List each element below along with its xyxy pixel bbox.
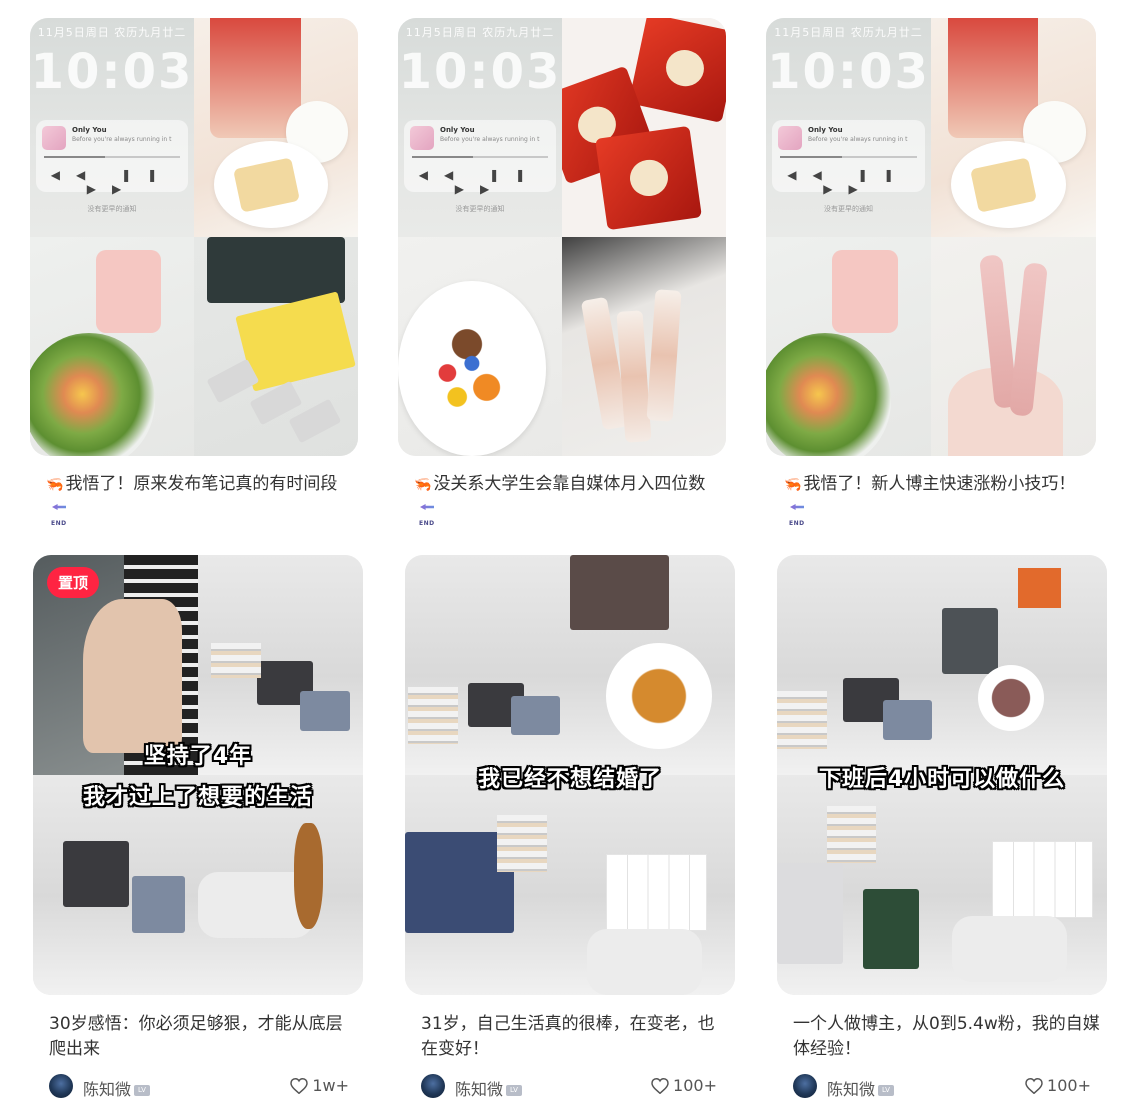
ramen-image (562, 18, 726, 237)
lock-notification: 没有更早的通知 (824, 205, 873, 213)
lockscreen-image: 11月5日周日 农历九月廿二 10:03 Only You Before you… (30, 18, 194, 237)
music-player: Only You Before you're always running in… (772, 120, 925, 196)
album-art (778, 126, 802, 150)
end-arrow-icon: END (788, 502, 806, 527)
song-lyric: Before you're always running in t (808, 136, 908, 143)
note-cover-5[interactable]: 我已经不想结婚了 (405, 555, 735, 995)
album-art (42, 126, 66, 150)
end-arrow-icon: END (418, 502, 436, 527)
note-title-4[interactable]: 30岁感悟：你必须足够狠，才能从底层爬出来 (49, 1012, 359, 1062)
cover-caption: 我已经不想结婚了 (477, 767, 662, 792)
tablet-pasta-image (570, 555, 735, 775)
note-title-3[interactable]: 🦐 我悟了！新人博主快速涨粉小技巧！ END (784, 472, 1084, 527)
desk-shelf-image (405, 555, 570, 775)
lockscreen-image: 11月5日周日 农历九月廿二 10:03 Only You Before you… (398, 18, 562, 237)
heart-icon (1025, 1078, 1043, 1094)
progress-bar (780, 156, 917, 158)
song-title: Only You (440, 126, 475, 134)
like-count: 100+ (1047, 1076, 1091, 1095)
lock-time: 10:03 (398, 44, 562, 100)
lockscreen-image: 11月5日周日 农历九月廿二 10:03 Only You Before you… (766, 18, 931, 237)
shrimp-emoji-icon: 🦐 (414, 477, 432, 493)
end-arrow-icon: END (50, 502, 68, 527)
salad-image (30, 237, 194, 456)
note-cover-6[interactable]: 下班后4小时可以做什么 (777, 555, 1107, 995)
salad-image (766, 237, 931, 456)
like-button[interactable]: 100+ (651, 1076, 717, 1095)
shrimp-emoji-icon: 🦐 (784, 477, 802, 493)
level-badge-icon: LV (506, 1085, 523, 1096)
avatar[interactable] (793, 1074, 817, 1098)
lock-notification: 没有更早的通知 (87, 205, 137, 213)
macbook-image (405, 775, 570, 995)
progress-bar (412, 156, 548, 158)
heart-icon (290, 1078, 309, 1094)
bookshelf-room-image (942, 775, 1107, 995)
note-title-2[interactable]: 🦐 没关系大学生会靠自媒体月入四位数 END (414, 472, 714, 527)
like-count: 1w+ (312, 1076, 349, 1095)
note-cover-4[interactable]: 坚持了4年 我才过上了想要的生活 置顶 (33, 555, 363, 995)
fruit-plate-image (398, 237, 562, 456)
lock-notification: 没有更早的通知 (455, 205, 505, 213)
avatar[interactable] (421, 1074, 445, 1098)
song-title: Only You (808, 126, 843, 134)
heart-icon (651, 1078, 669, 1094)
cover-caption-line2: 我才过上了想要的生活 (82, 785, 313, 810)
album-art (410, 126, 434, 150)
pinned-badge: 置顶 (47, 567, 100, 598)
author-name[interactable]: 陈知微 LV (827, 1076, 895, 1100)
cover-caption: 下班后4小时可以做什么 (818, 767, 1066, 792)
note-footer-5: 陈知微 LV 100+ (421, 1072, 717, 1100)
like-button[interactable]: 1w+ (290, 1076, 349, 1095)
macbook-books-image (777, 775, 942, 995)
author-name[interactable]: 陈知微 LV (83, 1076, 151, 1100)
player-controls: ◀◀ ❚❚ ▶▶ (50, 168, 174, 196)
lock-time: 10:03 (30, 44, 194, 100)
snack-image (931, 18, 1096, 237)
note-title-1[interactable]: 🦐 我悟了！原来发布笔记真的有时间段 END (46, 472, 346, 527)
keyboard-snack-image (194, 237, 358, 456)
author-name[interactable]: 陈知微 LV (455, 1076, 523, 1100)
progress-bar (44, 156, 180, 158)
lock-date: 11月5日周日 农历九月廿二 (774, 26, 923, 39)
avatar[interactable] (49, 1074, 73, 1098)
level-badge-icon: LV (878, 1085, 895, 1096)
lip-tubes-image (562, 237, 726, 456)
note-footer-4: 陈知微 LV 1w+ (49, 1072, 349, 1100)
note-title-6[interactable]: 一个人做博主，从0到5.4w粉，我的自媒体经验！ (793, 1012, 1103, 1062)
player-controls: ◀◀ ❚❚ ▶▶ (418, 168, 542, 196)
note-cover-3[interactable]: 11月5日周日 农历九月廿二 10:03 Only You Before you… (766, 18, 1096, 456)
song-lyric: Before you're always running in t (440, 136, 540, 143)
level-badge-icon: LV (134, 1085, 151, 1096)
lock-date: 11月5日周日 农历九月廿二 (405, 26, 555, 39)
like-button[interactable]: 100+ (1025, 1076, 1091, 1095)
desk-shelf-image (777, 555, 942, 775)
breakfast-tablet-image (942, 555, 1107, 775)
note-footer-6: 陈知微 LV 100+ (793, 1072, 1091, 1100)
shrimp-emoji-icon: 🦐 (46, 477, 64, 493)
cover-caption-line1: 坚持了4年 (143, 744, 253, 769)
lock-time: 10:03 (767, 44, 930, 100)
music-player: Only You Before you're always running in… (404, 120, 556, 196)
song-lyric: Before you're always running in t (72, 136, 172, 143)
note-cover-1[interactable]: 11月5日周日 农历九月廿二 10:03 Only You Before you… (30, 18, 358, 456)
note-title-5[interactable]: 31岁，自己生活真的很棒，在变老，也在变好！ (421, 1012, 731, 1062)
bookshelf-room-image (570, 775, 735, 995)
like-count: 100+ (673, 1076, 717, 1095)
note-cover-2[interactable]: 11月5日周日 农历九月廿二 10:03 Only You Before you… (398, 18, 726, 456)
snack-image (194, 18, 358, 237)
lock-date: 11月5日周日 农历九月廿二 (37, 26, 187, 39)
music-player: Only You Before you're always running in… (36, 120, 188, 196)
lip-tubes-hand-image (931, 237, 1096, 456)
player-controls: ◀◀ ❚❚ ▶▶ (787, 168, 910, 196)
song-title: Only You (72, 126, 107, 134)
